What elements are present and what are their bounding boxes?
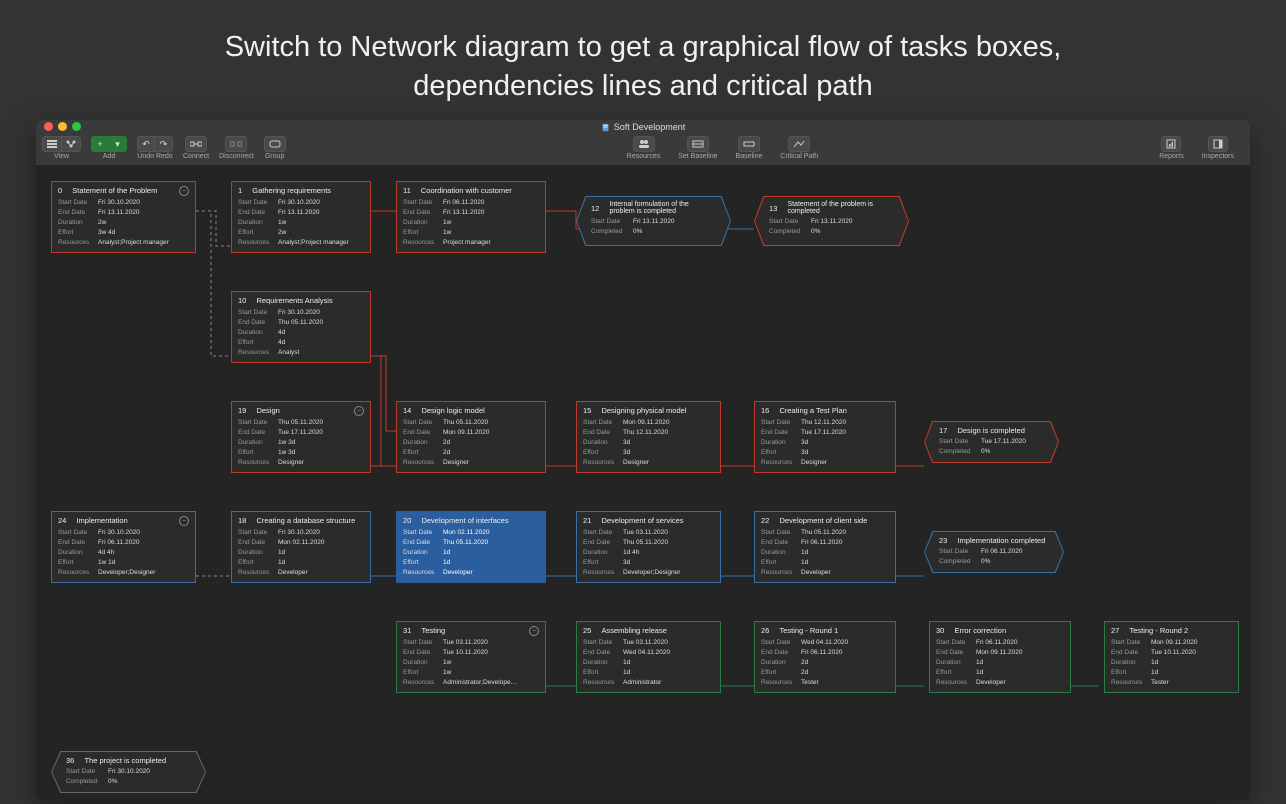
add-button[interactable]: + — [91, 136, 109, 152]
hero-caption: Switch to Network diagram to get a graph… — [0, 0, 1286, 116]
connect-label: Connect — [183, 153, 209, 160]
critical-path-button[interactable] — [788, 136, 810, 152]
milestone-13[interactable]: 13 Statement of the problem is completed… — [754, 196, 909, 246]
milestone-23[interactable]: 23 Implementation completed Start DateFr… — [924, 531, 1064, 573]
undo-redo-label: Undo Redo — [137, 153, 172, 160]
group-icon — [269, 140, 281, 148]
zoom-icon[interactable] — [72, 122, 81, 131]
task-node-22[interactable]: 22 Development of client side Start Date… — [754, 511, 896, 583]
set-baseline-label: Set Baseline — [678, 153, 717, 160]
task-node-24[interactable]: − 24 Implementation Start DateFri 30.10.… — [51, 511, 196, 583]
task-node-25[interactable]: 25 Assembling release Start DateTue 03.1… — [576, 621, 721, 693]
view-label: View — [54, 153, 69, 160]
inspectors-button[interactable] — [1208, 136, 1228, 152]
disconnect-icon — [230, 140, 242, 148]
task-node-14[interactable]: 14 Design logic model Start DateThu 05.1… — [396, 401, 546, 473]
task-node-19[interactable]: − 19 Design Start DateThu 05.11.2020 End… — [231, 401, 371, 473]
people-icon — [638, 139, 650, 149]
group-label: Group — [265, 153, 284, 160]
milestone-36[interactable]: 36 The project is completed Start DateFr… — [51, 751, 206, 793]
collapse-icon[interactable]: − — [354, 406, 364, 416]
task-node-27[interactable]: 27 Testing - Round 2 Start DateMon 09.11… — [1104, 621, 1239, 693]
titlebar: Soft Development — [36, 120, 1250, 134]
set-baseline-button[interactable] — [687, 136, 709, 152]
task-node-21[interactable]: 21 Development of services Start DateTue… — [576, 511, 721, 583]
add-label: Add — [103, 153, 115, 160]
inspectors-label: Inspectors — [1202, 153, 1234, 160]
collapse-icon[interactable]: − — [529, 626, 539, 636]
collapse-icon[interactable]: − — [179, 516, 189, 526]
milestone-17[interactable]: 17 Design is completed Start DateTue 17.… — [924, 421, 1059, 463]
task-node-15[interactable]: 15 Designing physical model Start DateMo… — [576, 401, 721, 473]
view-mode-right[interactable] — [62, 136, 81, 152]
minimize-icon[interactable] — [58, 122, 67, 131]
network-canvas[interactable]: − 0 Statement of the Problem Start DateF… — [36, 166, 1250, 800]
task-node-1[interactable]: 1 Gathering requirements Start DateFri 3… — [231, 181, 371, 253]
task-node-26[interactable]: 26 Testing - Round 1 Start DateWed 04.11… — [754, 621, 896, 693]
task-node-18[interactable]: 18 Creating a database structure Start D… — [231, 511, 371, 583]
document-title: Soft Development — [601, 122, 686, 132]
baseline-label: Baseline — [736, 153, 763, 160]
disconnect-button[interactable] — [225, 136, 247, 152]
task-node-16[interactable]: 16 Creating a Test Plan Start DateThu 12… — [754, 401, 896, 473]
add-menu[interactable]: ▾ — [109, 136, 127, 152]
close-icon[interactable] — [44, 122, 53, 131]
connectors — [36, 166, 1250, 800]
task-node-10[interactable]: 10 Requirements Analysis Start DateFri 3… — [231, 291, 371, 363]
critical-path-icon — [793, 140, 805, 148]
disconnect-label: Disconnect — [219, 153, 254, 160]
list-icon — [47, 140, 57, 148]
reports-label: Reports — [1159, 153, 1184, 160]
group-button[interactable] — [264, 136, 286, 152]
task-node-20-selected[interactable]: 20 Development of interfaces Start DateM… — [396, 511, 546, 583]
network-icon — [66, 140, 76, 148]
baseline-button[interactable] — [738, 136, 760, 152]
critical-path-label: Critical Path — [780, 153, 818, 160]
milestone-12[interactable]: 12 Internal formulation of the problem i… — [576, 196, 731, 246]
document-icon — [601, 123, 610, 132]
task-node-11[interactable]: 11 Coordination with customer Start Date… — [396, 181, 546, 253]
resources-label: Resources — [627, 153, 660, 160]
redo-button[interactable]: ↷ — [155, 136, 173, 152]
baseline-icon — [743, 140, 755, 148]
inspectors-icon — [1213, 139, 1223, 149]
undo-button[interactable]: ↶ — [137, 136, 155, 152]
task-node-30[interactable]: 30 Error correction Start DateFri 06.11.… — [929, 621, 1071, 693]
toolbar: View + ▾ Add ↶ ↷ Undo Redo Connect Disco… — [36, 134, 1250, 166]
task-node-31[interactable]: − 31 Testing Start DateTue 03.11.2020 En… — [396, 621, 546, 693]
traffic-lights[interactable] — [44, 122, 81, 131]
resources-button[interactable] — [633, 136, 655, 152]
connect-icon — [190, 140, 202, 148]
task-node-0[interactable]: − 0 Statement of the Problem Start DateF… — [51, 181, 196, 253]
collapse-icon[interactable]: − — [179, 186, 189, 196]
app-window: Soft Development View + ▾ Add ↶ ↷ Undo R… — [36, 120, 1250, 800]
reports-button[interactable] — [1161, 136, 1181, 152]
reports-icon — [1166, 139, 1176, 149]
view-mode-left[interactable] — [42, 136, 62, 152]
connect-button[interactable] — [185, 136, 207, 152]
baseline-set-icon — [692, 140, 704, 148]
